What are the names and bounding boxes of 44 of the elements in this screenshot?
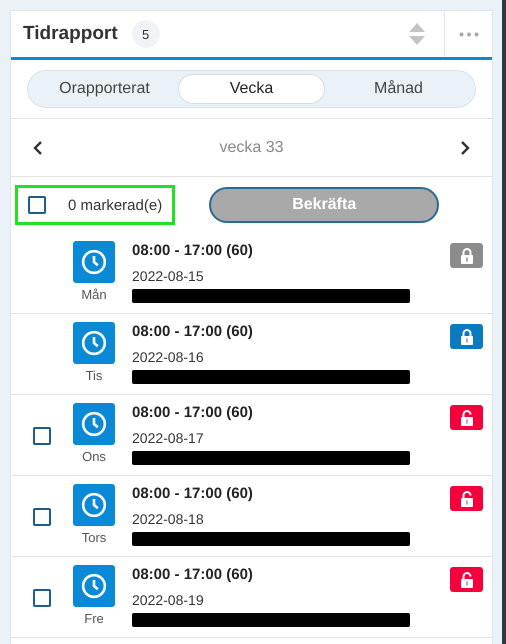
- time-entry-row[interactable]: Fre 08:00 - 17:00 (60) 2022-08-19: [11, 557, 492, 638]
- unlock-icon[interactable]: [450, 405, 483, 430]
- panel-title: Tidrapport: [23, 23, 118, 45]
- tab[interactable]: Orapporterat: [31, 74, 178, 104]
- clock-icon: [81, 492, 107, 518]
- clock-icon: [81, 330, 107, 356]
- time-entry-row[interactable]: Mån 08:00 - 17:00 (60) 2022-08-15: [11, 233, 492, 314]
- time-range: 08:00 - 17:00 (60): [132, 242, 254, 259]
- weekday-label: Tors: [82, 530, 106, 545]
- time-range: 08:00 - 17:00 (60): [132, 323, 254, 340]
- entry-date: 2022-08-18: [132, 511, 205, 527]
- time-entry-row[interactable]: Tors 08:00 - 17:00 (60) 2022-08-18: [11, 476, 492, 557]
- chevron-right-icon[interactable]: [460, 140, 470, 156]
- weekday-label: Mån: [81, 287, 107, 302]
- lock-icon[interactable]: [450, 324, 483, 349]
- count-badge: 5: [132, 20, 160, 48]
- row-checkbox[interactable]: [33, 508, 51, 526]
- lock-icon[interactable]: [450, 243, 483, 268]
- select-all-checkbox[interactable]: [28, 196, 46, 214]
- chevron-left-icon[interactable]: [33, 140, 43, 156]
- time-range: 08:00 - 17:00 (60): [132, 404, 254, 421]
- time-range: 08:00 - 17:00 (60): [132, 485, 254, 502]
- week-label: vecka 33: [219, 138, 284, 156]
- weekday-label: Fre: [84, 611, 104, 626]
- ellipsis-icon: [458, 32, 478, 36]
- unlock-icon[interactable]: [450, 567, 483, 592]
- entry-date: 2022-08-19: [132, 592, 205, 608]
- time-entry-row[interactable]: Tis 08:00 - 17:00 (60) 2022-08-16: [11, 314, 492, 395]
- weekday-label: Tis: [86, 368, 102, 383]
- selected-count: 0 markerad(e): [68, 196, 162, 214]
- time-entry-row[interactable]: Ons 08:00 - 17:00 (60) 2022-08-17: [11, 395, 492, 476]
- unlock-icon[interactable]: [450, 486, 483, 511]
- entry-date: 2022-08-15: [132, 268, 205, 284]
- clock-icon: [81, 573, 107, 599]
- time-range: 08:00 - 17:00 (60): [132, 566, 254, 583]
- entry-date: 2022-08-17: [132, 430, 205, 446]
- entry-date: 2022-08-16: [132, 349, 205, 365]
- weekday-label: Ons: [82, 449, 106, 464]
- row-checkbox[interactable]: [33, 427, 51, 445]
- tab[interactable]: Vecka: [178, 74, 325, 104]
- clock-icon: [81, 411, 107, 437]
- clock-icon: [81, 249, 107, 275]
- tab[interactable]: Månad: [325, 74, 472, 104]
- row-checkbox[interactable]: [33, 589, 51, 607]
